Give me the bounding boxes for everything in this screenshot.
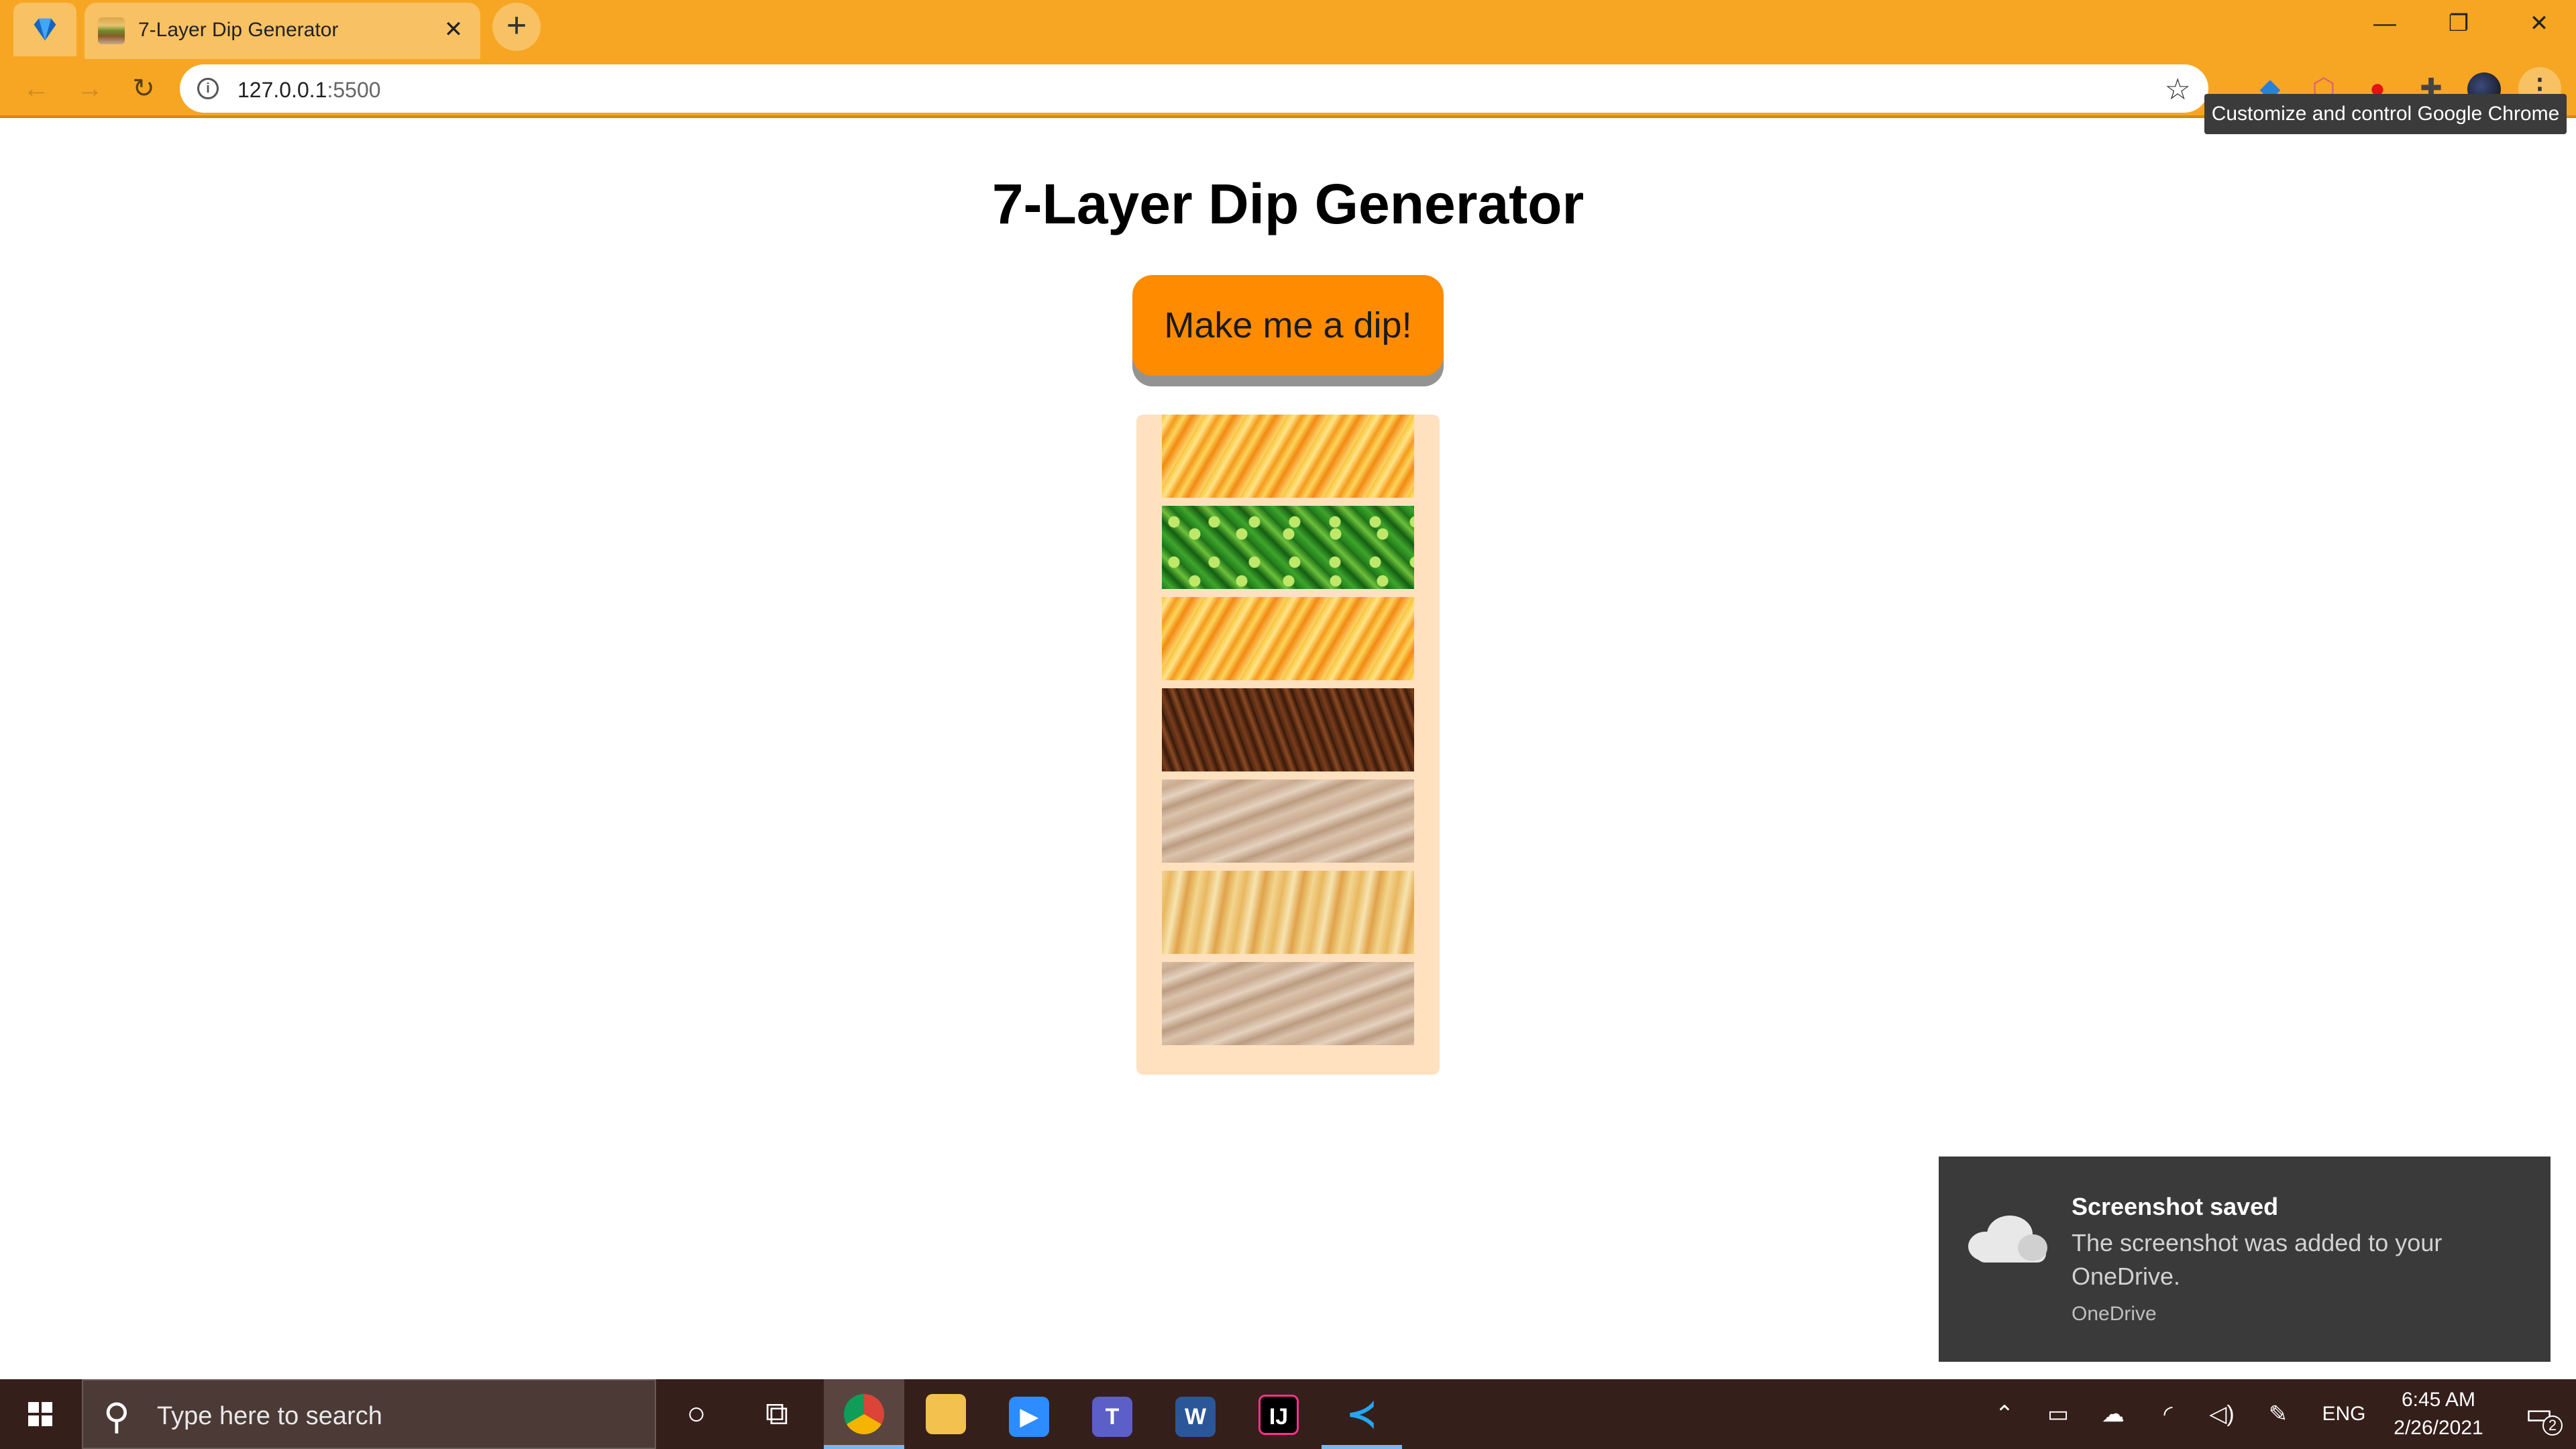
windows-start-button[interactable] [0, 1379, 80, 1449]
folder-icon [926, 1394, 966, 1434]
back-arrow-icon[interactable]: ← [16, 68, 56, 109]
chrome-app-icon[interactable] [824, 1379, 904, 1449]
tab-active[interactable]: 7-Layer Dip Generator ✕ [85, 3, 480, 59]
vscode-logo-icon: ≺ [1346, 1394, 1377, 1434]
action-center-icon[interactable]: ▭ 2 [2502, 1379, 2576, 1449]
page-title: 7-Layer Dip Generator [991, 172, 1585, 235]
reload-icon[interactable]: ↻ [123, 68, 164, 109]
toast-body: The screenshot was added to your OneDriv… [2072, 1229, 2443, 1290]
url-port: :5500 [327, 78, 381, 102]
layer-ground-beef [1162, 688, 1414, 771]
layer-refried-beans [1162, 962, 1414, 1045]
windows-logo-icon [28, 1402, 52, 1426]
vscode-app-icon[interactable]: ≺ [1322, 1379, 1402, 1449]
dip-favicon-icon [98, 17, 125, 44]
onedrive-tray-cloud-icon[interactable]: ☁ [2092, 1379, 2135, 1449]
search-placeholder: Type here to search [157, 1402, 382, 1430]
profile-tab[interactable] [13, 3, 76, 56]
volume-icon[interactable]: ◁) [2200, 1379, 2243, 1449]
dip-layers-container [1136, 415, 1440, 1075]
zoom-app-icon[interactable]: ▶ [989, 1379, 1069, 1449]
toast-title: Screenshot saved [2072, 1193, 2279, 1220]
tab-close-icon[interactable]: ✕ [439, 15, 468, 44]
zoom-logo-icon: ▶ [1009, 1397, 1049, 1437]
bookmark-star-icon[interactable]: ☆ [2165, 72, 2191, 107]
toast-source: OneDrive [2072, 1303, 2157, 1325]
make-dip-button[interactable]: Make me a dip! [1132, 275, 1444, 376]
show-hidden-icons-icon[interactable]: ⌃ [1984, 1379, 2025, 1449]
tab-title: 7-Layer Dip Generator [138, 19, 339, 41]
teams-app-icon[interactable]: T [1072, 1379, 1152, 1449]
windows-taskbar: ⚲ Type here to search ○ ⧉ ▶ T W IJ ≺ ⌃ ▭… [0, 1379, 2576, 1449]
window-close-button[interactable]: ✕ [2502, 0, 2576, 47]
onedrive-toast[interactable]: Screenshot saved The screenshot was adde… [1939, 1157, 2551, 1362]
layer-jalapenos [1162, 506, 1414, 589]
pen-workspace-icon[interactable]: ✎ [2257, 1379, 2300, 1449]
teams-logo-icon: T [1092, 1397, 1132, 1437]
task-view-icon[interactable]: ⧉ [737, 1379, 817, 1449]
wifi-icon[interactable]: ◜ [2147, 1379, 2190, 1449]
url-host: 127.0.0.1 [237, 78, 327, 102]
cortana-icon[interactable]: ○ [656, 1379, 737, 1449]
taskbar-search-box[interactable]: ⚲ Type here to search [82, 1379, 656, 1449]
input-language[interactable]: ENG [2317, 1379, 2371, 1449]
clock-time: 6:45 AM [2401, 1389, 2476, 1411]
notification-count-badge: 2 [2542, 1415, 2563, 1436]
clock-date: 2/26/2021 [2394, 1417, 2483, 1439]
window-minimize-button[interactable]: — [2348, 0, 2422, 47]
layer-shredded-cheese [1162, 415, 1414, 498]
address-text[interactable]: 127.0.0.1:5500 [237, 78, 381, 103]
chrome-logo-icon [844, 1394, 884, 1434]
cloud-icon [1968, 1216, 2047, 1263]
new-tab-button[interactable]: + [492, 3, 541, 51]
browser-tab-bar: 7-Layer Dip Generator ✕ + — ❐ ✕ [0, 0, 2576, 59]
layer-refried-beans [1162, 780, 1414, 863]
layer-sour-cream [1162, 871, 1414, 954]
search-icon: ⚲ [103, 1397, 130, 1437]
forward-arrow-icon[interactable]: → [70, 68, 110, 109]
layer-shredded-cheese [1162, 597, 1414, 680]
system-clock[interactable]: 6:45 AM 2/26/2021 [2375, 1386, 2502, 1442]
window-restore-button[interactable]: ❐ [2422, 0, 2496, 47]
address-bar[interactable]: i 127.0.0.1:5500 ☆ [180, 64, 2208, 113]
file-explorer-icon[interactable] [906, 1379, 986, 1449]
word-logo-icon: W [1175, 1397, 1216, 1437]
battery-icon[interactable]: ▭ [2037, 1379, 2080, 1449]
intellij-logo-icon: IJ [1258, 1395, 1299, 1435]
menu-tooltip: Customize and control Google Chrome [2204, 94, 2567, 134]
browser-toolbar: ← → ↻ i 127.0.0.1:5500 ☆ ◆ ⬡ ● ✚ ⋮ [0, 59, 2576, 118]
site-info-icon[interactable]: i [197, 78, 219, 99]
diamond-extension-icon [34, 18, 56, 41]
intellij-app-icon[interactable]: IJ [1238, 1379, 1319, 1449]
word-app-icon[interactable]: W [1155, 1379, 1236, 1449]
